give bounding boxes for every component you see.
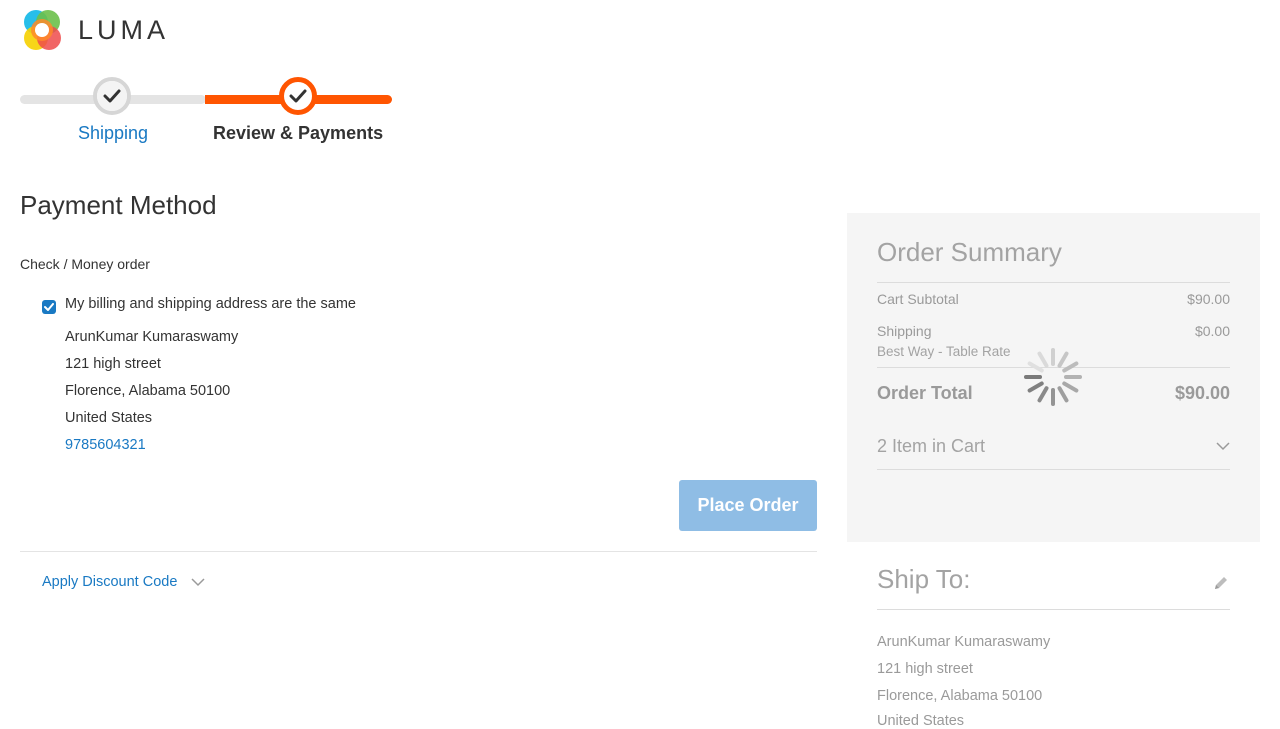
chevron-down-icon	[1216, 442, 1230, 451]
step-shipping-link[interactable]: Shipping	[78, 123, 148, 144]
step-review-label: Review & Payments	[213, 123, 384, 143]
cart-subtotal-row: Cart Subtotal $90.00	[877, 291, 1230, 307]
ship-to-title: Ship To:	[877, 564, 971, 594]
shipping-row: Shipping $0.00	[877, 323, 1230, 339]
loading-spinner-icon	[1020, 344, 1086, 410]
checkmark-icon	[44, 303, 54, 311]
divider	[877, 609, 1230, 610]
apply-discount-label: Apply Discount Code	[42, 574, 178, 590]
order-total-label: Order Total	[877, 383, 973, 403]
apply-discount-toggle[interactable]: Apply Discount Code	[42, 574, 205, 590]
place-order-button[interactable]: Place Order	[679, 480, 817, 531]
billing-street: 121 high street	[65, 356, 161, 372]
ship-to-country: United States	[877, 713, 965, 729]
step-review-indicator	[279, 77, 317, 115]
shipping-label: Shipping	[877, 323, 932, 339]
payment-method-title: Payment Method	[20, 190, 217, 220]
ship-to-street: 121 high street	[877, 661, 973, 677]
billing-country: United States	[65, 410, 153, 426]
order-summary-title: Order Summary	[877, 237, 1062, 267]
divider	[877, 469, 1230, 470]
ship-to-name: ArunKumar Kumaraswamy	[877, 634, 1051, 650]
billing-name: ArunKumar Kumaraswamy	[65, 329, 239, 345]
shipping-method: Best Way - Table Rate	[877, 344, 1011, 359]
billing-city: Florence, Alabama 50100	[65, 383, 231, 399]
shipping-value: $0.00	[1194, 323, 1230, 339]
divider	[877, 282, 1230, 283]
divider	[20, 551, 817, 552]
luma-logo-text: LUMA	[78, 14, 170, 45]
chevron-down-icon	[191, 577, 205, 586]
payment-method-name: Check / Money order	[20, 256, 150, 272]
items-in-cart-label: 2 Item in Cart	[877, 436, 986, 456]
order-total-value: $90.00	[1174, 383, 1230, 403]
step-shipping-indicator[interactable]	[93, 77, 131, 115]
check-icon	[103, 89, 121, 103]
ship-to-city: Florence, Alabama 50100	[877, 688, 1043, 704]
luma-logo[interactable]: LUMA	[20, 8, 169, 52]
items-in-cart-toggle[interactable]: 2 Item in Cart	[877, 436, 1230, 457]
same-address-checkbox[interactable]	[42, 300, 56, 314]
check-icon	[289, 89, 307, 103]
luma-logo-icon	[20, 8, 64, 52]
cart-subtotal-value: $90.00	[1187, 291, 1230, 307]
same-address-label[interactable]: My billing and shipping address are the …	[65, 296, 356, 312]
edit-shipping-button[interactable]	[1212, 574, 1230, 597]
billing-phone-link[interactable]: 9785604321	[65, 437, 146, 453]
cart-subtotal-label: Cart Subtotal	[877, 291, 959, 307]
pencil-icon	[1215, 577, 1227, 589]
